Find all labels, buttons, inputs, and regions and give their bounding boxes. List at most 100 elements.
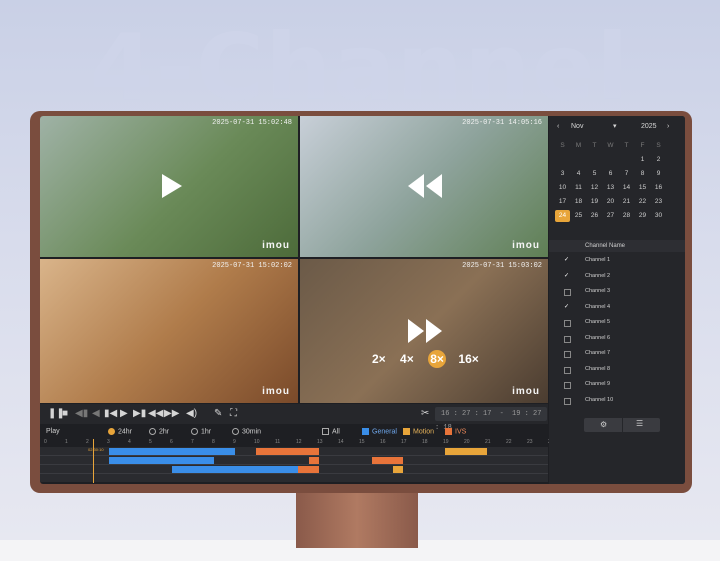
recording-segment[interactable] — [298, 466, 319, 473]
recording-segment[interactable] — [308, 457, 319, 464]
next-frame-icon[interactable]: ◀◀ — [148, 408, 163, 420]
rewind-icon[interactable] — [408, 174, 442, 198]
checkbox-icon[interactable] — [564, 351, 571, 358]
calendar-day[interactable]: 28 — [619, 210, 634, 222]
calendar-day[interactable]: 2 — [651, 154, 666, 166]
calendar-day[interactable]: 30 — [651, 210, 666, 222]
calendar-day[interactable]: 9 — [651, 168, 666, 180]
calendar-day[interactable]: 27 — [603, 210, 618, 222]
calendar-day[interactable]: 20 — [603, 196, 618, 208]
calendar-day[interactable]: 17 — [555, 196, 570, 208]
channel-item[interactable]: Channel 10 — [549, 394, 685, 407]
range-2hr[interactable]: 2hr — [149, 428, 169, 435]
check-icon[interactable]: ✓ — [564, 304, 569, 310]
speed-option[interactable]: 16× — [458, 352, 478, 366]
step-forward-icon[interactable]: ▶ — [120, 408, 128, 420]
channel-item[interactable]: Channel 5 — [549, 316, 685, 329]
recording-segment[interactable] — [256, 448, 319, 455]
checkbox-icon[interactable] — [564, 335, 571, 343]
type-all[interactable]: All — [322, 428, 340, 435]
range-30min[interactable]: 30min — [232, 428, 261, 435]
channel-item[interactable]: Channel 9 — [549, 378, 685, 391]
calendar-day[interactable]: 5 — [587, 168, 602, 180]
year-select[interactable]: 2025 — [641, 123, 657, 130]
fast-forward-button[interactable]: ▶▶ — [164, 408, 179, 420]
calendar-day[interactable]: 15 — [635, 182, 650, 194]
settings-icon[interactable]: ⚙ — [600, 420, 607, 429]
time-from[interactable]: 16 : 27 : 17 — [441, 410, 491, 418]
video-tile-4[interactable]: 2025-07-31 15:03:02 2× 4× 8× 16× imou — [300, 259, 548, 403]
calendar-day[interactable]: 6 — [603, 168, 618, 180]
month-select[interactable]: Nov — [571, 123, 583, 130]
speed-option[interactable]: 4× — [400, 352, 414, 366]
calendar-day[interactable]: 18 — [571, 196, 586, 208]
checkbox-icon[interactable] — [564, 382, 571, 389]
calendar-day[interactable]: 19 — [587, 196, 602, 208]
checkbox-icon[interactable] — [564, 320, 571, 327]
timeline[interactable] — [40, 447, 548, 482]
calendar-day[interactable]: 8 — [635, 168, 650, 180]
calendar-day[interactable]: 29 — [635, 210, 650, 222]
cut-icon[interactable]: ✂ — [421, 408, 429, 420]
calendar-day[interactable]: 3 — [555, 168, 570, 180]
recording-segment[interactable] — [109, 448, 235, 455]
volume-icon[interactable]: ◀) — [186, 408, 197, 420]
next-month-icon[interactable]: › — [667, 123, 669, 130]
time-range-input[interactable]: 16 : 27 : 17 - 19 : 27 : 18 — [435, 407, 547, 432]
calendar-day[interactable]: 14 — [619, 182, 634, 194]
recording-segment[interactable] — [172, 466, 298, 473]
type-motion[interactable]: Motion — [403, 428, 434, 435]
recording-segment[interactable] — [371, 457, 403, 464]
channel-item[interactable]: ✓ Channel 1 — [549, 254, 685, 267]
prev-month-icon[interactable]: ‹ — [557, 123, 559, 130]
range-24hr[interactable]: 24hr — [108, 428, 132, 435]
calendar-day[interactable]: 4 — [571, 168, 586, 180]
calendar-day[interactable]: 11 — [571, 182, 586, 194]
channel-item[interactable]: ✓ Channel 4 — [549, 301, 685, 314]
calendar-day[interactable]: 16 — [651, 182, 666, 194]
checkbox-icon[interactable] — [564, 366, 571, 374]
fast-forward-icon[interactable] — [408, 319, 442, 343]
check-icon[interactable]: ✓ — [564, 257, 569, 263]
recording-segment[interactable] — [109, 457, 214, 464]
speed-option[interactable]: 2× — [372, 352, 386, 366]
play-icon[interactable] — [162, 174, 182, 198]
stop-icon[interactable]: ■ — [62, 408, 68, 420]
recording-segment[interactable] — [392, 466, 403, 473]
timeline-cursor[interactable] — [93, 439, 94, 483]
slow-icon[interactable]: ◀ — [92, 408, 100, 420]
chevron-down-icon[interactable]: ▾ — [613, 122, 617, 130]
calendar-day[interactable]: 1 — [635, 154, 650, 166]
range-1hr[interactable]: 1hr — [191, 428, 211, 435]
calendar-day[interactable]: 10 — [555, 182, 570, 194]
recording-segment[interactable] — [445, 448, 487, 455]
speed-option-selected[interactable]: 8× — [428, 350, 447, 368]
check-icon[interactable]: ✓ — [564, 273, 569, 279]
checkbox-icon[interactable] — [564, 289, 571, 296]
checkbox-icon[interactable] — [564, 397, 571, 405]
list-icon[interactable]: ☰ — [636, 419, 643, 428]
fullscreen-icon[interactable]: ⛶ — [230, 408, 237, 420]
calendar-day[interactable]: 12 — [587, 182, 602, 194]
pin-icon[interactable]: ✎ — [214, 408, 222, 420]
calendar-day[interactable]: 26 — [587, 210, 602, 222]
calendar-day[interactable]: 22 — [635, 196, 650, 208]
step-back-icon[interactable]: ▮◀ — [104, 408, 117, 420]
calendar-day[interactable]: 25 — [571, 210, 586, 222]
type-ivs[interactable]: IVS — [445, 428, 466, 435]
calendar-day[interactable]: 21 — [619, 196, 634, 208]
fast-icon[interactable]: ▶▮ — [133, 408, 146, 420]
video-tile-1[interactable]: 2025-07-31 15:02:48 imou — [40, 116, 298, 257]
channel-item[interactable]: Channel 8 — [549, 363, 685, 376]
video-tile-2[interactable]: 2025-07-31 14:05:16 imou — [300, 116, 548, 257]
calendar-day-selected[interactable]: 24 — [555, 210, 570, 222]
video-tile-3[interactable]: 2025-07-31 15:02:02 imou — [40, 259, 298, 403]
channel-item[interactable]: Channel 3 — [549, 285, 685, 298]
calendar-day[interactable]: 7 — [619, 168, 634, 180]
channel-item[interactable]: Channel 6 — [549, 332, 685, 345]
channel-item[interactable]: ✓ Channel 2 — [549, 270, 685, 283]
type-general[interactable]: General — [362, 428, 397, 435]
calendar-day[interactable]: 13 — [603, 182, 618, 194]
channel-item[interactable]: Channel 7 — [549, 347, 685, 360]
calendar-day[interactable]: 23 — [651, 196, 666, 208]
